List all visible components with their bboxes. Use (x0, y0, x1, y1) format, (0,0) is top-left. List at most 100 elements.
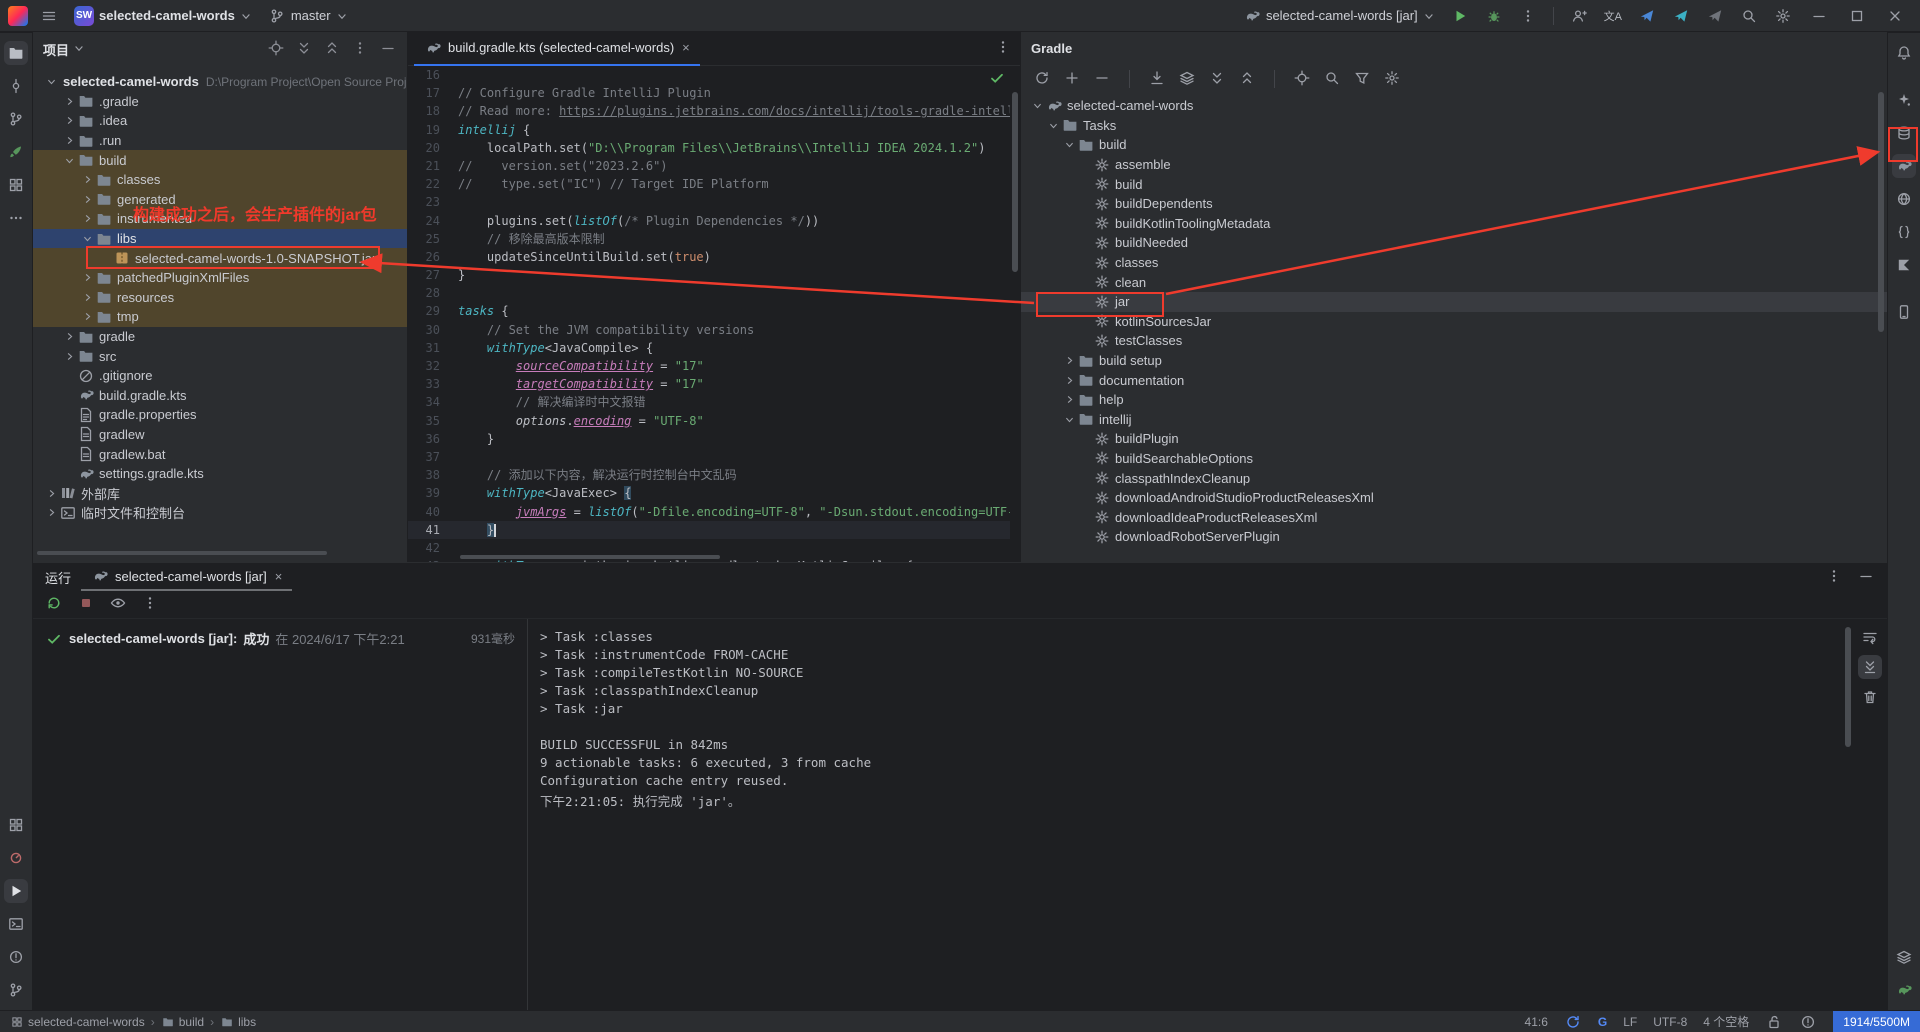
breadcrumb-item[interactable]: build (161, 1014, 204, 1030)
more-run-actions-button[interactable] (1513, 3, 1543, 29)
event-log-widget[interactable] (1799, 1014, 1817, 1030)
line-number[interactable]: 38 (408, 466, 458, 484)
project-tree-row[interactable]: .run (33, 131, 407, 151)
chevron-right-icon[interactable] (61, 133, 77, 149)
cursor-position-widget[interactable]: 41:6 (1525, 1015, 1548, 1029)
kotlin-button[interactable] (1892, 253, 1916, 277)
code-line[interactable]: 23 (408, 193, 1010, 211)
project-tree-row[interactable]: build.gradle.kts (33, 386, 407, 406)
gradle-tree-row[interactable]: buildKotlinToolingMetadata (1021, 214, 1887, 234)
chevron-right-icon[interactable] (61, 113, 77, 129)
inspections-widget[interactable] (988, 70, 1006, 89)
search-everywhere-button[interactable] (1734, 3, 1764, 29)
breadcrumb-item[interactable]: selected-camel-words (10, 1014, 145, 1030)
line-number[interactable]: 28 (408, 284, 458, 302)
translate-button[interactable]: 文A (1598, 3, 1628, 29)
gradle-vscrollbar[interactable] (1878, 92, 1884, 332)
chevron-down-icon[interactable] (1061, 137, 1077, 153)
project-tree-row[interactable]: gradle (33, 327, 407, 347)
code-editor[interactable]: 1617// Configure Gradle IntelliJ Plugin1… (408, 66, 1010, 562)
endpoints-button[interactable] (1892, 220, 1916, 244)
run-tool-button[interactable] (4, 879, 28, 903)
code-line[interactable]: 36 } (408, 430, 1010, 448)
gradle-tree-row[interactable]: build (1021, 174, 1887, 194)
line-number[interactable]: 40 (408, 503, 458, 521)
code-line[interactable]: 20 localPath.set("D:\\Program Files\\Jet… (408, 139, 1010, 157)
chevron-right-icon[interactable] (1061, 353, 1077, 369)
plugin-tool-button[interactable] (4, 140, 28, 164)
breadcrumb-item[interactable]: libs (220, 1014, 256, 1030)
gradle-tree-row[interactable]: documentation (1021, 370, 1887, 390)
close-tab-button[interactable]: × (682, 40, 690, 55)
stop-button[interactable] (77, 595, 95, 614)
gradle-tree-row[interactable]: downloadAndroidStudioProductReleasesXml (1021, 488, 1887, 508)
chevron-right-icon[interactable] (61, 93, 77, 109)
close-button[interactable] (1878, 3, 1912, 29)
code-line[interactable]: 29tasks { (408, 302, 1010, 320)
gradle-tree-row[interactable]: buildNeeded (1021, 233, 1887, 253)
gradle-scan-button[interactable] (1892, 978, 1916, 1002)
editor-tab-options-button[interactable] (994, 39, 1012, 58)
gradle-tree-row[interactable]: downloadIdeaProductReleasesXml (1021, 507, 1887, 527)
download-sources-button[interactable] (1148, 70, 1166, 89)
code-line[interactable]: 16 (408, 66, 1010, 84)
line-number[interactable]: 29 (408, 302, 458, 320)
project-tool-button[interactable] (4, 41, 28, 65)
gradle-remove-button[interactable] (1093, 70, 1111, 89)
gradle-tree-row[interactable]: selected-camel-words (1021, 96, 1887, 116)
code-line[interactable]: 35 options.encoding = "UTF-8" (408, 412, 1010, 430)
memory-indicator[interactable]: 1914/5500M (1833, 1011, 1920, 1032)
editor-tab[interactable]: build.gradle.kts (selected-camel-words) … (414, 32, 700, 66)
run-panel-more-button[interactable] (1825, 568, 1843, 587)
branch-selector[interactable]: master (262, 3, 354, 29)
chevron-right-icon[interactable] (79, 211, 95, 227)
run-console[interactable]: > Task :classes> Task :instrumentCode FR… (527, 619, 1887, 1010)
code-line[interactable]: 37 (408, 448, 1010, 466)
collapse-all-button[interactable] (323, 40, 341, 59)
project-tree-row[interactable]: selected-camel-wordsD:\Program Project\O… (33, 72, 407, 92)
project-tree-row[interactable]: settings.gradle.kts (33, 464, 407, 484)
filter-output-button[interactable] (109, 595, 127, 614)
code-line[interactable]: 34 // 解决编译时中文报错 (408, 393, 1010, 411)
line-number[interactable]: 31 (408, 339, 458, 357)
code-line[interactable]: 33 targetCompatibility = "17" (408, 375, 1010, 393)
chevron-down-icon[interactable] (61, 152, 77, 168)
chevron-down-icon[interactable] (1061, 411, 1077, 427)
project-tree-row[interactable]: build (33, 150, 407, 170)
chevron-right-icon[interactable] (79, 309, 95, 325)
code-line[interactable]: 30 // Set the JVM compatibility versions (408, 321, 1010, 339)
terminal-tool-button[interactable] (4, 912, 28, 936)
chevron-right-icon[interactable] (79, 270, 95, 286)
gradle-add-button[interactable] (1063, 70, 1081, 89)
gradle-tree-row[interactable]: classpathIndexCleanup (1021, 468, 1887, 488)
gradle-locate-button[interactable] (1293, 70, 1311, 89)
line-number[interactable]: 25 (408, 230, 458, 248)
code-line[interactable]: 41 } (408, 521, 1010, 539)
clear-console-button[interactable] (1858, 685, 1882, 709)
code-line[interactable]: 38 // 添加以下内容，解决运行时控制台中文乱码 (408, 466, 1010, 484)
code-line[interactable]: 32 sourceCompatibility = "17" (408, 357, 1010, 375)
gradle-expand-all-button[interactable] (1208, 70, 1226, 89)
commit-tool-button[interactable] (4, 74, 28, 98)
gradle-tree-row[interactable]: buildSearchableOptions (1021, 449, 1887, 469)
line-number[interactable]: 24 (408, 212, 458, 230)
plugin-plane-teal-button[interactable] (1666, 3, 1696, 29)
editor-vscrollbar[interactable] (1012, 92, 1018, 272)
plugin-plane-gray-button[interactable] (1700, 3, 1730, 29)
line-number[interactable]: 27 (408, 266, 458, 284)
code-line[interactable]: 28 (408, 284, 1010, 302)
modules-tool-button[interactable] (4, 173, 28, 197)
gradle-tree-row[interactable]: buildDependents (1021, 194, 1887, 214)
chevron-right-icon[interactable] (43, 485, 59, 501)
ai-assistant-button[interactable] (1892, 88, 1916, 112)
project-tree-row[interactable]: .gitignore (33, 366, 407, 386)
gradle-tree-row[interactable]: clean (1021, 272, 1887, 292)
device-manager-button[interactable] (1892, 300, 1916, 324)
line-number[interactable]: 32 (408, 357, 458, 375)
run-tab[interactable]: selected-camel-words [jar] × (81, 563, 292, 591)
project-tree-row[interactable]: patchedPluginXmlFiles (33, 268, 407, 288)
expand-all-button[interactable] (295, 40, 313, 59)
code-line[interactable]: 26 updateSinceUntilBuild.set(true) (408, 248, 1010, 266)
line-number[interactable]: 39 (408, 484, 458, 502)
chevron-right-icon[interactable] (61, 329, 77, 345)
